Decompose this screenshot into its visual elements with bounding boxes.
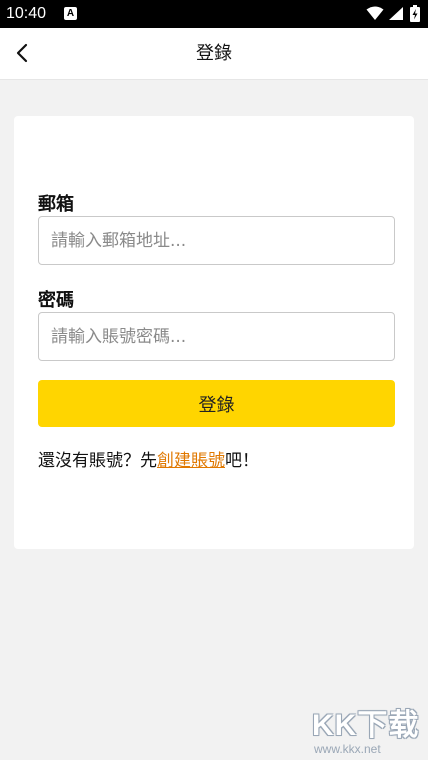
chevron-left-icon [16,43,28,63]
create-account-link[interactable]: 創建賬號 [157,451,225,471]
signal-icon [389,7,403,20]
email-input[interactable] [38,216,395,265]
app-bar: 登錄 [0,28,428,80]
login-card: 郵箱 密碼 登錄 還沒有賬號？先創建賬號吧！ [14,116,414,549]
login-button[interactable]: 登錄 [38,380,395,427]
signup-prefix-text: 還沒有賬號？先 [38,451,157,471]
watermark-logo: KK下载 [312,709,420,742]
password-label: 密碼 [38,290,74,311]
back-button[interactable] [6,34,42,72]
page-title: 登錄 [196,43,232,64]
signup-prompt: 還沒有賬號？先創建賬號吧！ [38,446,259,471]
watermark-url: www.kkx.net [314,742,381,756]
status-time: 10:40 [6,5,47,22]
email-label: 郵箱 [38,194,74,215]
watermark: KK下载 www.kkx.net [306,700,424,760]
signup-suffix-text: 吧！ [225,451,259,471]
status-bar: 10:40 A [0,0,428,28]
notification-a-icon: A [64,7,77,20]
wifi-icon [366,6,384,20]
password-input[interactable] [38,312,395,361]
battery-charging-icon [410,5,420,22]
